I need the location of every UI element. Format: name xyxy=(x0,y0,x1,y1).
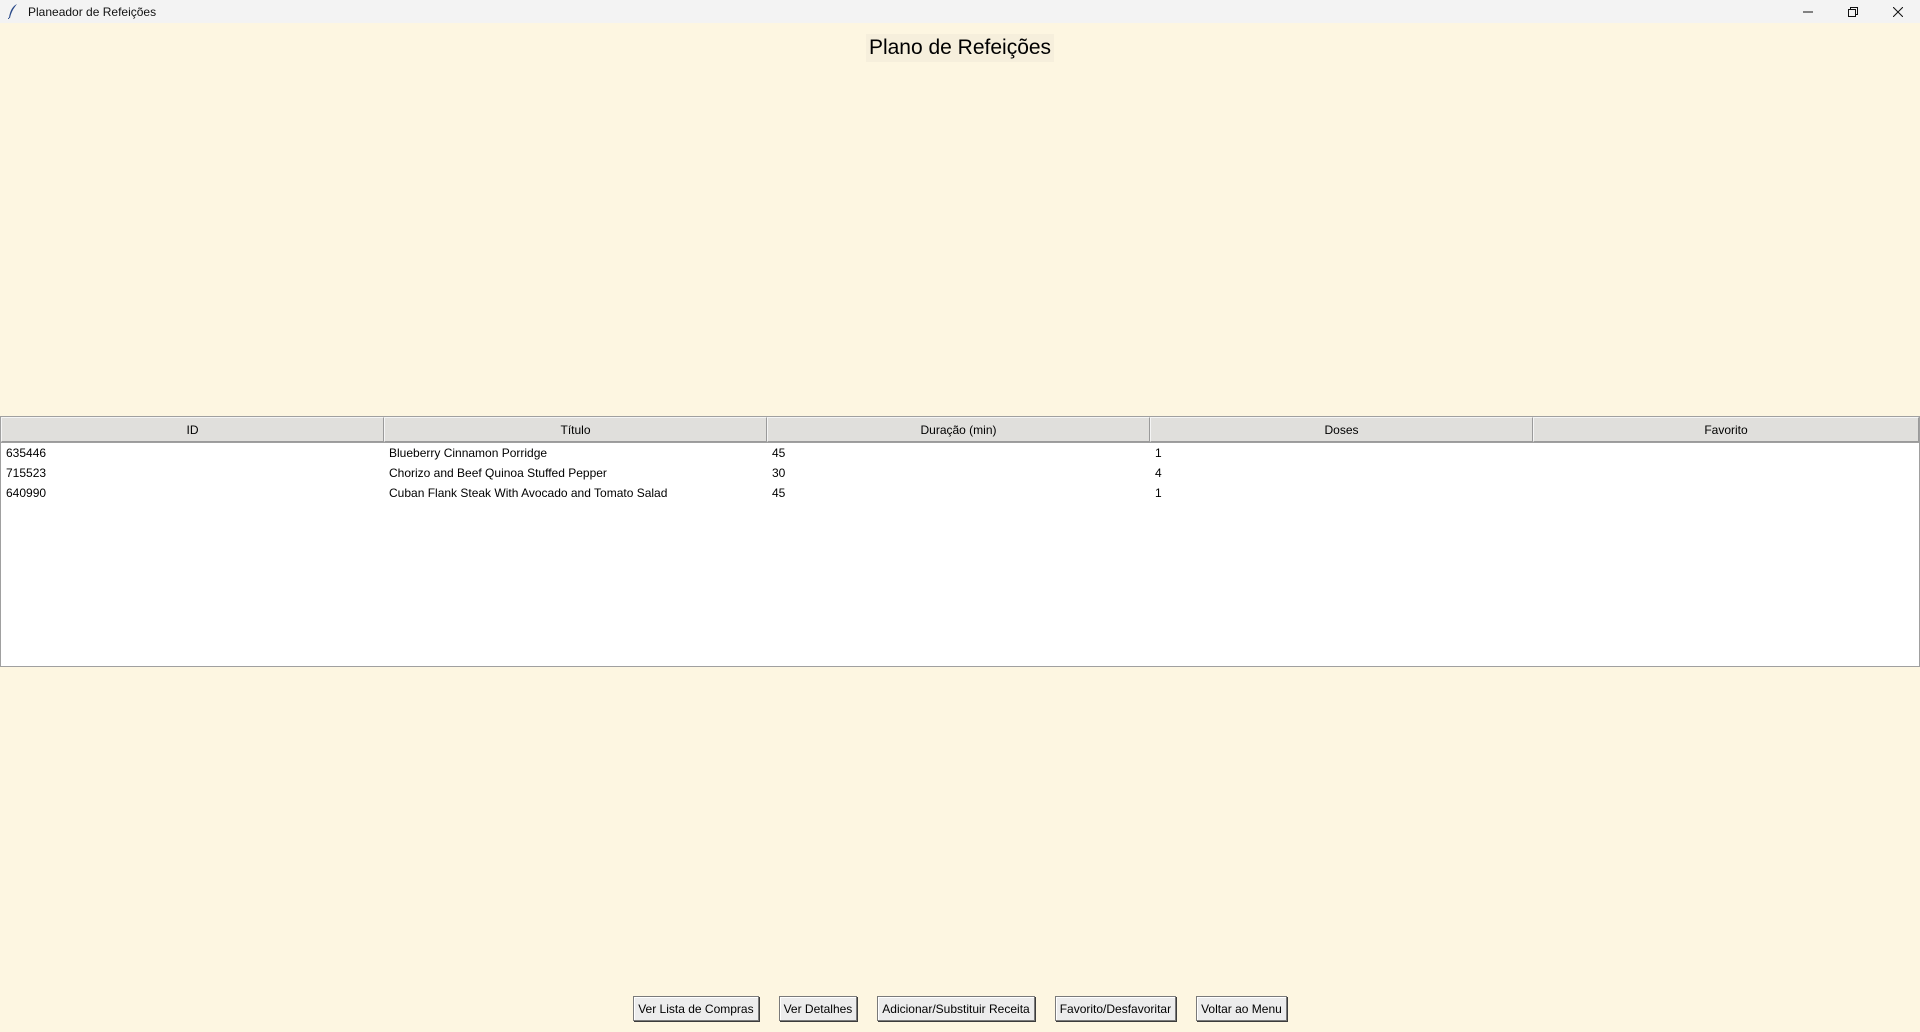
column-header-favorito[interactable]: Favorito xyxy=(1533,417,1919,442)
cell-duracao: 45 xyxy=(772,486,786,500)
column-header-doses[interactable]: Doses xyxy=(1150,417,1533,442)
cell-id: 715523 xyxy=(6,466,47,480)
cell-duracao: 30 xyxy=(772,466,786,480)
window-title: Planeador de Refeições xyxy=(28,4,157,19)
cell-id: 635446 xyxy=(6,446,47,460)
back-to-menu-button[interactable]: Voltar ao Menu xyxy=(1196,996,1287,1021)
cell-doses: 1 xyxy=(1155,446,1162,460)
cell-id: 640990 xyxy=(6,486,47,500)
table-row[interactable]: 715523 Chorizo and Beef Quinoa Stuffed P… xyxy=(1,463,1919,483)
table-row[interactable]: 640990 Cuban Flank Steak With Avocado an… xyxy=(1,483,1919,503)
minimize-icon xyxy=(1802,11,1813,12)
cell-titulo: Chorizo and Beef Quinoa Stuffed Pepper xyxy=(389,466,607,480)
close-button[interactable] xyxy=(1875,0,1920,23)
column-header-titulo[interactable]: Título xyxy=(384,417,767,442)
main-area: Plano de Refeições ID Título Duração (mi… xyxy=(0,23,1920,1032)
cell-titulo: Blueberry Cinnamon Porridge xyxy=(389,446,548,460)
cell-doses: 4 xyxy=(1155,466,1162,480)
cell-doses: 1 xyxy=(1155,486,1162,500)
window-titlebar: Planeador de Refeições xyxy=(0,0,1920,23)
column-header-id[interactable]: ID xyxy=(1,417,384,442)
close-icon xyxy=(1892,6,1903,17)
recipes-table[interactable]: ID Título Duração (min) Doses Favorito 6… xyxy=(0,416,1920,667)
cell-duracao: 45 xyxy=(772,446,786,460)
page-title: Plano de Refeições xyxy=(865,34,1055,62)
restore-button[interactable] xyxy=(1830,0,1875,23)
favorite-toggle-button[interactable]: Favorito/Desfavoritar xyxy=(1054,996,1177,1021)
window-controls xyxy=(1785,0,1920,23)
restore-icon xyxy=(1847,6,1858,17)
details-button[interactable]: Ver Detalhes xyxy=(778,996,858,1021)
shopping-list-button[interactable]: Ver Lista de Compras xyxy=(633,996,759,1021)
table-row[interactable]: 635446 Blueberry Cinnamon Porridge 45 1 xyxy=(1,443,1919,463)
feather-icon xyxy=(6,4,20,20)
column-header-duracao[interactable]: Duração (min) xyxy=(767,417,1150,442)
action-button-bar: Ver Lista de Compras Ver Detalhes Adicio… xyxy=(0,996,1920,1021)
table-header: ID Título Duração (min) Doses Favorito xyxy=(1,417,1919,443)
add-replace-recipe-button[interactable]: Adicionar/Substituir Receita xyxy=(877,996,1035,1021)
cell-titulo: Cuban Flank Steak With Avocado and Tomat… xyxy=(389,486,668,500)
page-title-container: Plano de Refeições xyxy=(0,34,1920,62)
table-body: 635446 Blueberry Cinnamon Porridge 45 1 … xyxy=(1,443,1919,503)
minimize-button[interactable] xyxy=(1785,0,1830,23)
